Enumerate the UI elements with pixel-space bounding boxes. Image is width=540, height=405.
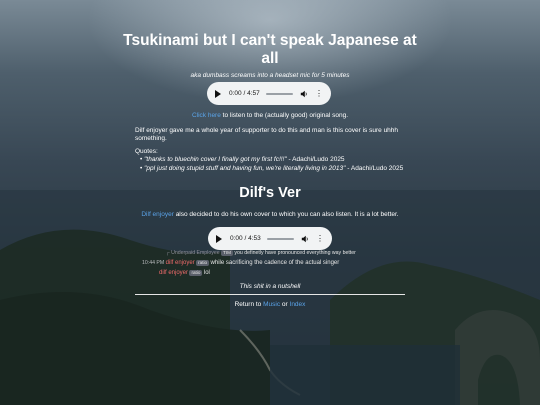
play-icon[interactable] <box>216 234 222 243</box>
audio-player-dilf[interactable]: 0:00 / 4:53 ⋮ <box>208 227 332 250</box>
reply-text: you definetly have pronounced everything… <box>234 250 356 256</box>
quotes-list: "thanks to bluechin cover I finally got … <box>135 156 440 173</box>
section-heading: Dilf's Ver <box>239 185 301 201</box>
list-item: "ppl just doing stupid stuff and having … <box>140 165 440 174</box>
music-link[interactable]: Music <box>263 301 280 308</box>
quote-text: "ppl just doing stupid stuff and having … <box>144 164 346 172</box>
image-caption: This shit in a nutshell <box>239 283 301 290</box>
user-tag: ratio <box>189 270 203 276</box>
user-tag: ratio <box>196 260 210 266</box>
more-options-icon[interactable]: ⋮ <box>315 89 323 98</box>
page-title: Tsukinami but I can't speak Japanese at … <box>123 32 417 67</box>
volume-icon[interactable] <box>300 90 308 98</box>
volume-icon[interactable] <box>301 235 309 243</box>
quote-author: - Adachi/Ludo 2025 <box>286 156 345 163</box>
message-text: while sacrificing the cadence of the act… <box>210 260 340 266</box>
message-text: lol <box>203 270 210 276</box>
discord-message: 10:44 PM dilf enjoyer ratio while sacrif… <box>142 260 339 266</box>
reply-arrow-icon: ┌ <box>166 250 170 256</box>
audio-time: 0:00 / 4:53 <box>230 235 261 242</box>
list-item: "thanks to bluechin cover I finally got … <box>140 156 440 165</box>
more-options-icon[interactable]: ⋮ <box>316 234 324 243</box>
quote-author: - Adachi/Ludo 2025 <box>345 164 404 172</box>
audio-time: 0:00 / 4:57 <box>229 90 260 97</box>
message-user: dilf enjoyer <box>159 270 189 276</box>
footer-or: or <box>281 301 288 308</box>
audio-progress-bar[interactable] <box>266 237 294 240</box>
quote-text: "thanks to bluechin cover I finally got … <box>144 156 287 163</box>
footer-prefix: Return to <box>234 301 262 308</box>
divider <box>135 294 405 295</box>
footer-nav: Return to Music or Index <box>135 301 405 308</box>
play-icon[interactable] <box>215 89 221 98</box>
message-user: dilf enjoyer <box>165 260 195 266</box>
reply-user: Underpaid Employee <box>171 250 220 256</box>
intro-text: Dilf enjoyer gave me a whole year of sup… <box>135 127 399 142</box>
discord-reply: ┌ Underpaid Employee TIM you definetly h… <box>166 250 356 256</box>
reply-tag: TIM <box>221 250 233 256</box>
quotes-label: Quotes: <box>135 148 158 155</box>
original-song-text: to listen to the (actually good) origina… <box>222 112 349 119</box>
index-link[interactable]: Index <box>290 301 306 308</box>
audio-progress-bar[interactable] <box>265 92 293 95</box>
dilf-cover-line: Dilf enjoyer also decided to do his own … <box>120 211 420 219</box>
dilf-enjoyer-link[interactable]: Dilf enjoyer <box>141 211 174 218</box>
audio-player-cover[interactable]: 0:00 / 4:57 ⋮ <box>207 82 331 105</box>
message-time: 10:44 PM <box>142 260 165 266</box>
original-song-line: Click here to listen to the (actually go… <box>135 112 405 120</box>
page-subtitle: aka dumbass screams into a headset mic f… <box>190 72 350 79</box>
discord-message: dilf enjoyer ratio lol <box>159 270 210 276</box>
original-song-link[interactable]: Click here <box>192 112 221 119</box>
dilf-cover-text: also decided to do his own cover to whic… <box>175 211 399 218</box>
